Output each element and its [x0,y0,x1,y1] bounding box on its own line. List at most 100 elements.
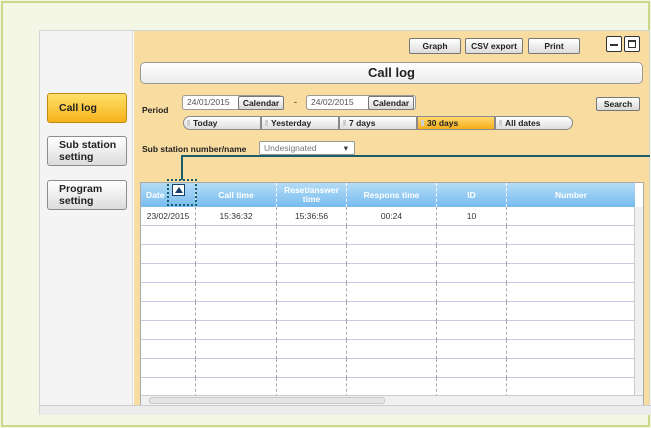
table-cell: 23/02/2015 [141,207,196,226]
status-bar [40,405,651,415]
table-cell [196,245,277,264]
table-cell [507,340,635,359]
table-cell [141,283,196,302]
from-date-value: 24/01/2015 [187,97,230,107]
screenshot-frame: Call log Sub station setting Program set… [1,1,651,427]
table-cell [277,264,347,283]
range-today[interactable]: Today [183,116,261,130]
table-cell [196,359,277,378]
table-cell [196,226,277,245]
column-number[interactable]: Number [507,183,635,207]
column-reset-answer-time[interactable]: Reset/answer time [277,183,347,207]
range-yesterday[interactable]: Yesterday [261,116,339,130]
table-row[interactable] [141,264,635,283]
table-cell [141,245,196,264]
table-cell [277,359,347,378]
table-row[interactable] [141,283,635,302]
table-cell [437,302,507,321]
call-log-table: Date Call time Reset/answer time Respons… [140,182,644,406]
table-cell [507,359,635,378]
date-separator: - [294,97,297,107]
sidebar-item-call-log[interactable]: Call log [47,93,127,123]
table-cell [196,283,277,302]
range-30-days[interactable]: 30 days [417,116,495,130]
table-row[interactable] [141,340,635,359]
table-cell [437,359,507,378]
search-button[interactable]: Search [596,97,640,111]
table-cell [196,264,277,283]
table-cell [196,321,277,340]
callout-line [181,155,650,157]
horizontal-scrollbar[interactable] [141,395,643,405]
table-cell: 10 [437,207,507,226]
sidebar-item-label: Sub station setting [59,139,117,163]
sidebar: Call log Sub station setting Program set… [40,31,133,414]
table-cell [347,359,437,378]
table-header: Date Call time Reset/answer time Respons… [141,183,635,207]
scrollbar-thumb[interactable] [149,397,385,404]
column-id[interactable]: ID [437,183,507,207]
table-cell [347,245,437,264]
table-row[interactable] [141,302,635,321]
column-label: Date [146,189,165,200]
table-cell [277,226,347,245]
table-cell [277,283,347,302]
table-cell [507,226,635,245]
graph-button[interactable]: Graph [409,38,461,54]
column-call-time[interactable]: Call time [196,183,277,207]
table-cell [196,340,277,359]
substation-value: Undesignated [264,143,317,153]
table-cell [507,302,635,321]
table-cell [277,340,347,359]
substation-select[interactable]: Undesignated ▾ [259,141,355,155]
column-label: Respons time [363,189,420,200]
range-7-days[interactable]: 7 days [339,116,417,130]
maximize-icon[interactable] [624,36,640,52]
table-cell [141,321,196,340]
table-cell [141,302,196,321]
table-cell [437,283,507,302]
table-cell [277,321,347,340]
table-row[interactable]: 23/02/2015 15:36:32 15:36:56 00:24 10 [141,207,635,226]
sidebar-item-program-setting[interactable]: Program setting [47,180,127,210]
table-cell [141,340,196,359]
table-cell [141,264,196,283]
main-panel: Graph CSV export Print Call log Period 2… [134,31,649,406]
table-cell [507,321,635,340]
range-all-dates[interactable]: All dates [495,116,573,130]
vertical-scrollbar[interactable] [634,207,643,397]
page-title: Call log [140,62,643,84]
table-cell [347,226,437,245]
sidebar-item-label: Program setting [59,183,103,207]
column-respons-time[interactable]: Respons time [347,183,437,207]
print-button[interactable]: Print [528,38,580,54]
sort-ascending-icon[interactable] [172,184,185,196]
table-cell [437,226,507,245]
table-cell [507,207,635,226]
table-cell [141,226,196,245]
table-cell [196,302,277,321]
table-cell: 15:36:32 [196,207,277,226]
table-row[interactable] [141,245,635,264]
table-cell [347,321,437,340]
to-calendar-button[interactable]: Calendar [368,96,414,110]
substation-label: Sub station number/name [142,144,247,154]
column-label: ID [467,189,476,200]
table-cell [347,340,437,359]
table-row[interactable] [141,226,635,245]
table-cell [437,321,507,340]
table-row[interactable] [141,321,635,340]
table-row[interactable] [141,359,635,378]
table-cell: 15:36:56 [277,207,347,226]
table-cell [507,264,635,283]
table-cell [347,264,437,283]
column-label: Reset/answer time [284,185,339,204]
sidebar-item-sub-station-setting[interactable]: Sub station setting [47,136,127,166]
table-cell [437,340,507,359]
sidebar-item-label: Call log [59,102,97,114]
minimize-icon[interactable] [606,36,622,52]
chevron-down-icon: ▾ [343,143,348,153]
from-calendar-button[interactable]: Calendar [238,96,284,110]
csv-export-button[interactable]: CSV export [465,38,523,54]
table-cell [507,245,635,264]
